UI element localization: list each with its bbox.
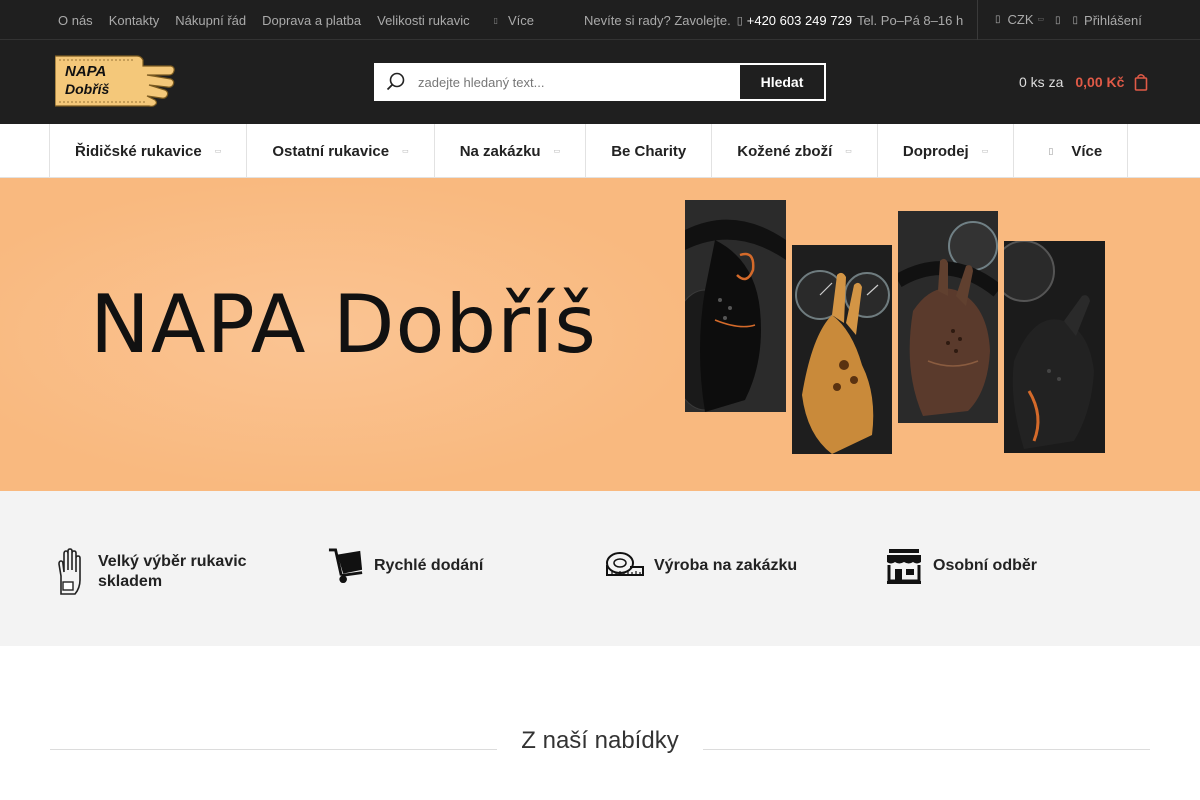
search-button[interactable]: Hledat	[740, 65, 824, 99]
feature-line1: Velký výběr rukavic	[98, 553, 247, 570]
cart-price: 0,00 Kč	[1075, 74, 1125, 90]
feature-label: Velký výběr rukavic skladem	[98, 552, 247, 592]
nav-item-ridicske-rukavice[interactable]: Řidičské rukavice ▭	[50, 124, 248, 178]
contact-prompt: Nevíte si rady? Zavolejte.	[584, 12, 731, 28]
nav-item-be-charity[interactable]: Be Charity	[586, 124, 713, 178]
logo-text-napa: NAPA	[65, 63, 106, 80]
chevron-down-icon: ▭	[214, 148, 222, 155]
banner-photo-dark-gloves	[1004, 241, 1105, 453]
section-title: Z naší nabídky	[521, 727, 679, 754]
offer-section-heading: Z naší nabídky	[50, 724, 1150, 758]
nav-item-label: Ostatní rukavice	[272, 142, 390, 160]
nav-item-kozene-zbozi[interactable]: Kožené zboží ▭	[712, 124, 878, 178]
main-navigation: Řidičské rukavice ▭ Ostatní rukavice ▭ N…	[0, 124, 1200, 178]
banner-photo-black-gloves	[685, 200, 786, 412]
link-kontakty[interactable]: Kontakty	[109, 13, 160, 28]
napa-logo[interactable]: NAPA Dobříš	[55, 54, 175, 108]
menu-icon: ▯	[493, 15, 499, 25]
measuring-tape-icon	[606, 542, 644, 590]
top-links: O nás Kontakty Nákupní řád Doprava a pla…	[58, 0, 534, 40]
heading-line-right	[703, 749, 1150, 750]
feature-item: Rychlé dodání	[328, 542, 483, 590]
link-o-nas[interactable]: O nás	[58, 13, 93, 28]
login-link[interactable]: ▯ ▯ Přihlášení	[1055, 0, 1142, 40]
search-bar: Hledat	[374, 63, 826, 101]
feature-label: Výroba na zakázku	[654, 557, 798, 574]
nav-item-doprodej[interactable]: Doprodej ▭	[878, 124, 1015, 178]
top-more-menu[interactable]: ▯ Více	[494, 13, 534, 28]
contact-info: Nevíte si rady? Zavolejte. ▯ +420 603 24…	[584, 0, 963, 40]
user-icon: ▯	[1072, 14, 1079, 26]
feature-item: Velký výběr rukavic skladem	[52, 548, 247, 596]
banner-title: NAPA Dobříš	[90, 278, 597, 371]
phone-icon: ▯	[736, 14, 743, 27]
nav-item-ostatni-rukavice[interactable]: Ostatní rukavice ▭	[247, 124, 435, 178]
chevron-down-icon: ▭	[1037, 16, 1045, 23]
link-doprava-a-platba[interactable]: Doprava a platba	[262, 13, 361, 28]
cart-summary[interactable]: 0 ks za 0,00 Kč	[1019, 40, 1148, 124]
currency-label: CZK	[1007, 11, 1034, 27]
top-divider	[977, 0, 978, 40]
feature-label: Rychlé dodání	[374, 557, 484, 574]
shopping-bag-icon	[1135, 74, 1148, 91]
site-header: NAPA Dobříš Hledat 0 ks za 0,00 Kč	[0, 40, 1200, 124]
currency-icon: ▯	[995, 13, 1001, 25]
currency-selector[interactable]: ▯ CZK ▭	[995, 0, 1044, 38]
cart-count: 0 ks za	[1019, 74, 1064, 90]
cart-small-icon: ▯	[1055, 14, 1061, 26]
logo-text-dobris: Dobříš	[65, 81, 110, 97]
menu-icon: ▯	[1048, 145, 1054, 156]
link-velikosti-rukavic[interactable]: Velikosti rukavic	[377, 13, 469, 28]
feature-item: Výroba na zakázku	[606, 542, 797, 590]
hero-banner[interactable]: NAPA Dobříš	[0, 178, 1200, 491]
chevron-down-icon: ▭	[845, 148, 852, 155]
feature-label: Osobní odběr	[933, 557, 1037, 574]
nav-item-label: Více	[1071, 142, 1103, 160]
banner-photo-tan-gloves	[792, 245, 892, 454]
search-input[interactable]	[416, 65, 740, 99]
nav-item-label: Be Charity	[611, 142, 687, 160]
link-nakupni-rad[interactable]: Nákupní řád	[175, 13, 246, 28]
search-icon	[376, 65, 416, 99]
nav-item-vice[interactable]: ▯ Více	[1014, 124, 1129, 178]
feature-item: Osobní odběr	[885, 542, 1037, 590]
glove-icon	[52, 548, 88, 596]
nav-item-na-zakazku[interactable]: Na zakázku ▭	[435, 124, 587, 178]
banner-photo-brown-gloves	[898, 211, 998, 423]
top-more-label: Více	[508, 12, 535, 28]
chevron-down-icon: ▭	[981, 148, 989, 155]
top-bar: O nás Kontakty Nákupní řád Doprava a pla…	[0, 0, 1200, 40]
login-label: Přihlášení	[1084, 12, 1142, 28]
nav-item-label: Kožené zboží	[737, 142, 833, 160]
feature-line2: skladem	[98, 573, 163, 590]
nav-item-label: Na zakázku	[459, 142, 541, 160]
phone-number[interactable]: +420 603 249 729	[747, 13, 852, 28]
phone-hours: Tel. Po–Pá 8–16 h	[856, 12, 964, 28]
chevron-down-icon: ▭	[553, 148, 561, 155]
store-icon	[885, 542, 923, 590]
nav-item-label: Řidičské rukavice	[75, 142, 202, 160]
features-strip: Velký výběr rukavic skladem Rychlé dodán…	[0, 491, 1200, 646]
nav-item-label: Doprodej	[902, 142, 969, 160]
chevron-down-icon: ▭	[402, 148, 409, 155]
hand-truck-icon	[328, 542, 364, 590]
